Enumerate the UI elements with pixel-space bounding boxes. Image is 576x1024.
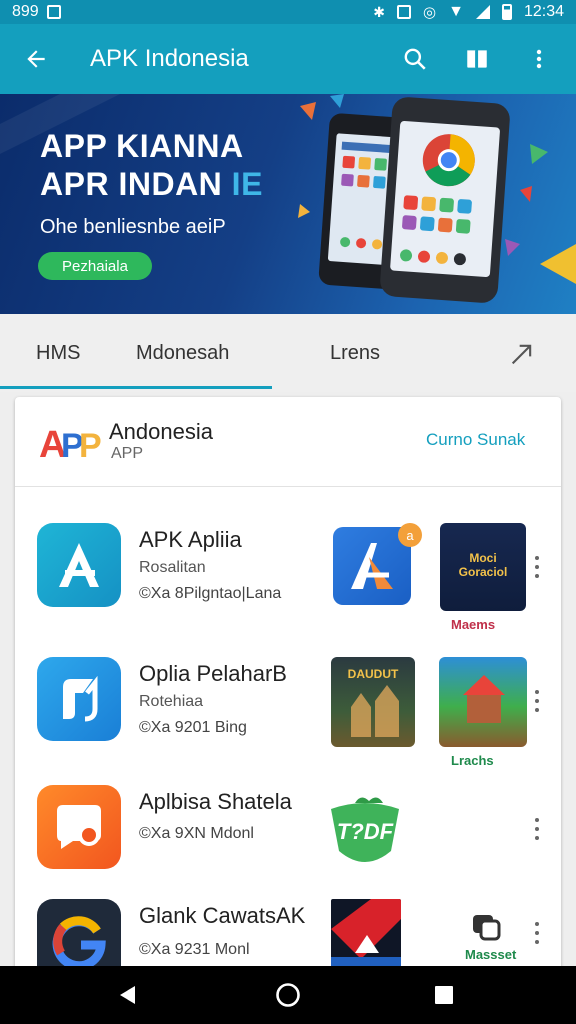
card-more-link[interactable]: Curno Sunak [426,430,525,450]
arrow-left-icon [27,50,45,68]
app-icon-music [37,657,121,741]
tab-bar: HMS Mdonesah Lrens [0,314,576,392]
app-meta-secondary: ©Xa 9201 Bing [139,719,247,736]
app-meta-secondary: ©Xa 8Pilgntao|Lana [139,585,282,602]
thumbnail-label: Massset [465,947,517,962]
app-list-card: A P P Andonesia APP Curno Sunak APK Apli… [15,397,561,977]
nav-back-button[interactable] [108,975,148,1015]
cast-icon[interactable] [471,913,501,941]
thumbnail-caption: T?DF [336,819,394,844]
status-bar: 899 ✱ ◎ ▼ 12:34 [0,0,576,24]
banner-headline: APP KIANNA APR INDAN IE [40,127,263,203]
temple-thumbnail[interactable]: DAUDUT [331,657,415,747]
banner-headline-line1: APP KIANNA [40,128,244,164]
status-left-text: 899 [12,3,39,20]
apk-indonesia-logo: A P P [39,419,103,467]
app-bar: APK Indonesia [0,24,576,94]
pdf-thumbnail[interactable]: T?DF [325,793,405,873]
share-arrow-icon [511,344,532,365]
search-icon [404,48,426,70]
phones-illustration [318,97,510,303]
circle-home-icon [276,983,300,1007]
card-header: A P P Andonesia APP Curno Sunak [15,397,561,487]
alarm-icon: ◎ [423,4,437,21]
banner-cta-button[interactable]: Pezhaiala [38,252,152,280]
wifi-icon: ▼ [448,3,464,20]
tab-mdonesah[interactable]: Mdonesah [136,314,229,392]
share-button[interactable] [500,332,544,376]
svg-text:P: P [79,427,102,465]
square-recents-icon [435,986,453,1004]
more-options-button[interactable] [527,553,547,581]
back-button[interactable] [0,24,72,94]
signal-icon [475,5,490,19]
tab-lrens[interactable]: Lrens [330,314,380,392]
app-name: Aplbisa Shatela [139,789,292,814]
list-item[interactable]: APK Apliia Rosalitan ©Xa 8Pilgntao|Lana … [15,523,561,653]
app-bar-title: APK Indonesia [90,45,249,72]
notification-icon [46,5,61,19]
card-subtitle: APP [111,445,144,462]
nav-home-button[interactable] [268,975,308,1015]
banner-headline-accent: IE [222,166,263,202]
search-button[interactable] [388,32,442,86]
vibrate-icon [397,5,412,19]
more-options-button[interactable] [527,815,547,843]
triangle-back-icon [120,986,135,1004]
card-title: Andonesia [109,419,213,444]
thumbnail-label: Maems [451,617,496,632]
promo-banner[interactable]: APP KIANNA APR INDAN IE Ohe benliesnbe a… [0,94,576,314]
more-vert-icon [536,49,542,69]
app-icon-a [37,523,121,607]
nav-recents-button[interactable] [424,975,464,1015]
app-name: Oplia PelaharB [139,661,287,686]
banner-subtitle: Ohe benliesnbe aeiP [40,216,226,238]
list-item[interactable]: Aplbisa Shatela ©Xa 9XN Mdonl T?DF [15,785,561,915]
app-name: APK Apliia [139,527,242,552]
more-options-button[interactable] [527,919,547,947]
app-meta-secondary: ©Xa 9231 Monl [139,941,250,958]
app-meta-secondary: ©Xa 9XN Mdonl [139,825,254,842]
thumbnail-caption: Moci Goraciol [458,551,508,579]
app-icon-chat [37,785,121,869]
overflow-menu-button[interactable] [512,32,566,86]
thumbnail-label: Lrachs [451,753,494,768]
game-thumbnail[interactable]: Moci Goraciol [440,523,526,611]
battery-icon [501,4,512,20]
tab-indicator [0,386,272,389]
bookmark-button[interactable] [450,32,504,86]
app-meta: Rotehiaa [139,693,204,710]
banner-headline-line2: APR INDAN [40,166,223,202]
adventure-thumbnail[interactable] [439,657,527,747]
tab-hms[interactable]: HMS [36,314,80,392]
list-item[interactable]: Oplia PelaharB Rotehiaa ©Xa 9201 Bing DA… [15,657,561,787]
update-badge: a [398,523,422,547]
bluetooth-icon: ✱ [373,3,386,20]
more-options-button[interactable] [527,687,547,715]
system-nav-bar [0,966,576,1024]
app-meta: Rosalitan [139,559,206,576]
status-time: 12:34 [523,3,564,20]
app-name: Glank CawatsAK [139,903,306,928]
media-thumbnail[interactable] [331,899,401,969]
book-icon [467,50,487,68]
